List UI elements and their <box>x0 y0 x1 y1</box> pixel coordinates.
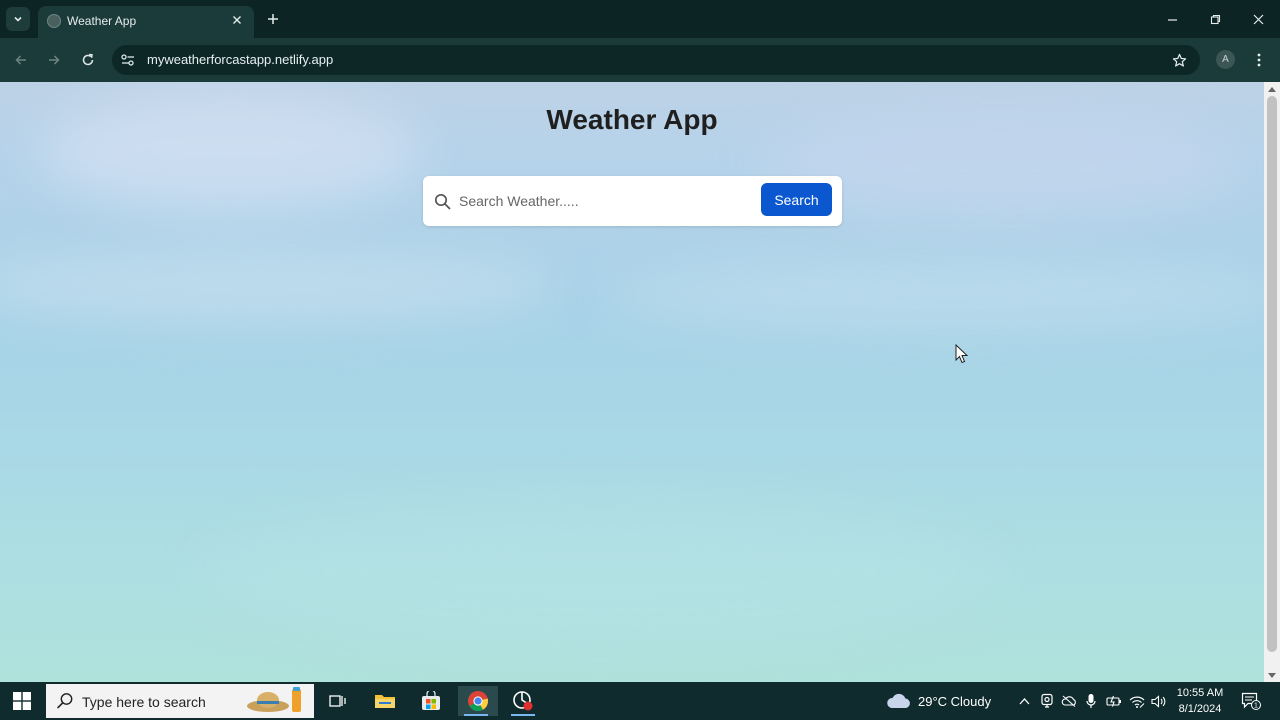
speaker-icon <box>1151 694 1166 708</box>
profile-avatar[interactable]: A <box>1216 50 1235 69</box>
browser-menu-button[interactable] <box>1250 49 1268 71</box>
restore-icon <box>1210 14 1220 24</box>
close-icon <box>1253 14 1263 24</box>
onedrive-icon <box>1061 695 1076 707</box>
plus-icon <box>268 14 278 24</box>
close-window-button[interactable] <box>1238 6 1278 32</box>
back-button[interactable] <box>8 47 34 73</box>
microphone-icon <box>1086 694 1096 708</box>
site-info-button[interactable] <box>118 50 138 70</box>
network-tray-button[interactable] <box>1128 691 1146 711</box>
file-explorer-button[interactable] <box>367 686 403 716</box>
volume-tray-button[interactable] <box>1150 691 1168 711</box>
scroll-thumb[interactable] <box>1267 96 1277 652</box>
more-vertical-icon <box>1257 53 1261 67</box>
weather-widget[interactable]: 29°C Cloudy <box>886 688 991 714</box>
page-scrollbar[interactable] <box>1264 82 1280 682</box>
tab-close-button[interactable] <box>228 11 246 29</box>
taskbar-search-box[interactable]: Type here to search <box>46 684 314 718</box>
active-indicator <box>511 714 535 716</box>
notification-icon: 1 <box>1241 692 1261 710</box>
url-text[interactable]: myweatherforcastapp.netlify.app <box>147 51 333 68</box>
folder-icon <box>375 695 395 708</box>
tab-search-button[interactable] <box>6 7 30 31</box>
forward-button[interactable] <box>41 47 67 73</box>
task-view-icon <box>329 695 346 707</box>
store-icon <box>422 691 440 710</box>
chrome-icon <box>468 691 489 712</box>
battery-tray-button[interactable] <box>1105 691 1123 711</box>
minimize-button[interactable] <box>1152 6 1192 32</box>
scroll-down-arrow-icon[interactable] <box>1264 670 1280 680</box>
tab-weather-app[interactable]: Weather App <box>38 6 254 38</box>
search-input[interactable] <box>459 188 749 214</box>
camera-icon <box>1041 693 1053 708</box>
show-hidden-icons-button[interactable] <box>1015 691 1033 711</box>
clock-time: 10:55 AM <box>1176 687 1224 699</box>
minimize-icon <box>1167 18 1177 21</box>
new-tab-button[interactable] <box>262 8 284 30</box>
search-highlight-hat-icon <box>247 687 301 712</box>
recorder-taskbar-button[interactable] <box>505 686 541 716</box>
notification-badge: 1 <box>1254 703 1258 710</box>
cloud-icon <box>887 693 910 708</box>
windows-logo-icon <box>13 692 31 710</box>
arrow-left-icon <box>15 55 26 65</box>
microphone-tray-button[interactable] <box>1082 691 1100 711</box>
onedrive-tray-button[interactable] <box>1060 691 1078 711</box>
page-viewport: Weather App Search <box>0 82 1264 682</box>
restore-button[interactable] <box>1195 6 1235 32</box>
start-button[interactable] <box>10 690 34 712</box>
camera-tray-button[interactable] <box>1038 691 1056 711</box>
taskbar-clock[interactable]: 10:55 AM 8/1/2024 <box>1170 685 1230 717</box>
search-box: Search <box>423 176 842 226</box>
taskbar: Type here to search 29°C Cloudy 10:55 AM… <box>0 682 1280 720</box>
sky-background <box>200 502 1000 642</box>
bookmark-button[interactable] <box>1168 49 1190 71</box>
browser-tab-bar: Weather App <box>0 0 1280 38</box>
search-button[interactable]: Search <box>761 183 832 216</box>
sky-background <box>0 252 560 322</box>
star-icon <box>1172 53 1186 67</box>
task-view-button[interactable] <box>320 686 356 716</box>
notification-center-button[interactable]: 1 <box>1240 690 1262 712</box>
wifi-icon <box>1129 696 1145 708</box>
globe-icon <box>47 14 61 28</box>
search-icon <box>57 693 73 709</box>
taskbar-search-placeholder: Type here to search <box>82 694 206 710</box>
screen-recorder-icon <box>513 691 533 711</box>
arrow-right-icon <box>49 55 60 65</box>
page-title: Weather App <box>546 104 718 135</box>
reload-icon <box>82 53 94 66</box>
scroll-up-arrow-icon[interactable] <box>1264 84 1280 94</box>
chevron-up-icon <box>1019 698 1029 705</box>
sky-background <box>600 262 1264 332</box>
tab-title: Weather App <box>67 14 137 28</box>
close-icon <box>233 16 241 24</box>
microsoft-store-button[interactable] <box>413 686 449 716</box>
reload-button[interactable] <box>75 47 101 73</box>
battery-charging-icon <box>1106 695 1121 707</box>
active-indicator <box>464 714 488 716</box>
weather-text: 29°C Cloudy <box>918 693 992 709</box>
chevron-down-icon <box>14 16 22 22</box>
chrome-taskbar-button[interactable] <box>458 686 498 716</box>
tune-icon <box>121 54 134 66</box>
search-icon <box>432 191 452 211</box>
clock-date: 8/1/2024 <box>1178 703 1222 715</box>
mouse-cursor-icon <box>955 344 969 364</box>
